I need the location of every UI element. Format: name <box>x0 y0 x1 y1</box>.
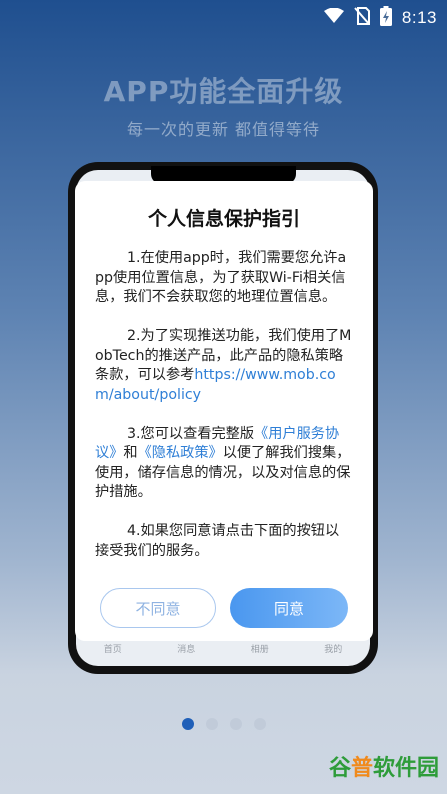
no-sim-icon <box>354 7 370 29</box>
feature-subheadline: 每一次的更新 都值得等待 <box>126 120 321 139</box>
dialog-body: 1.在使用app时，我们需要您允许app使用位置信息，为了获取Wi-Fi相关信息… <box>95 249 353 561</box>
status-bar: 8:13 <box>0 0 447 32</box>
page-dot-active[interactable] <box>181 718 194 730</box>
privacy-paragraph-3: 3.您可以查看完整版《用户服务协议》和《隐私政策》以便了解我们搜集，使用，储存信… <box>95 425 353 503</box>
status-time: 8:13 <box>401 8 437 27</box>
phone-tab-label: 消息 <box>177 644 196 655</box>
phone-tab-label: 我的 <box>324 644 343 655</box>
privacy-policy-link[interactable]: 《隐私政策》 <box>138 445 223 461</box>
watermark-part-2: 普 <box>350 756 373 781</box>
privacy-paragraph-2: 2.为了实现推送功能，我们使用了MobTech的推送产品，此产品的隐私策略条款，… <box>95 327 353 405</box>
page-dot[interactable] <box>253 718 266 730</box>
decline-button[interactable]: 不同意 <box>100 588 216 628</box>
privacy-paragraph-3-text-b: 和 <box>123 445 138 461</box>
battery-charging-icon <box>379 6 392 30</box>
privacy-dialog: 个人信息保护指引 1.在使用app时，我们需要您允许app使用位置信息，为了获取… <box>75 181 373 641</box>
watermark-part-1: 谷 <box>328 756 351 781</box>
status-icons: 8:13 <box>323 6 437 30</box>
privacy-paragraph-4: 4.如果您同意请点击下面的按钮以接受我们的服务。 <box>95 523 340 559</box>
feature-headline: APP功能全面升级 <box>103 75 344 108</box>
wifi-icon <box>323 7 344 28</box>
page-indicator <box>0 718 447 730</box>
phone-tab-label: 相册 <box>250 644 269 655</box>
page-dot[interactable] <box>229 718 242 730</box>
page-dot[interactable] <box>205 718 218 730</box>
privacy-paragraph-1: 1.在使用app时，我们需要您允许app使用位置信息，为了获取Wi-Fi相关信息… <box>95 250 347 305</box>
site-watermark-logo: 谷 普 软件园 <box>329 750 439 782</box>
watermark-part-3: 软件园 <box>372 756 439 781</box>
dialog-button-row: 不同意 同意 <box>100 588 348 628</box>
agree-button[interactable]: 同意 <box>230 588 348 628</box>
phone-tab-label: 首页 <box>103 644 122 655</box>
privacy-paragraph-3-text-a: 3.您可以查看完整版 <box>127 425 255 442</box>
dialog-title: 个人信息保护指引 <box>147 208 300 230</box>
